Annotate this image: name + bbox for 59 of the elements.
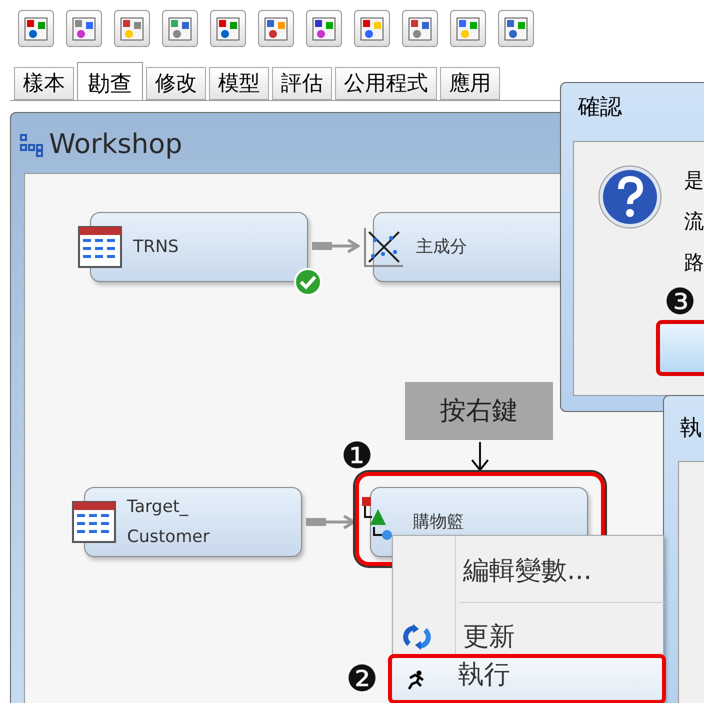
step-number: ❷ (344, 660, 380, 700)
message-text: 路 (684, 252, 704, 272)
toolbar-button[interactable] (114, 10, 150, 47)
message-text: 是 (684, 170, 704, 190)
node-label: 購物籃 (413, 511, 464, 534)
tool-icon (504, 16, 528, 40)
menu-item[interactable]: 執行 (388, 654, 666, 703)
toolbar-button[interactable] (66, 10, 102, 47)
toolbar-button[interactable] (354, 10, 390, 47)
menu-label: 執行 (458, 659, 510, 692)
tool-icon (72, 16, 96, 40)
tab[interactable]: 應用 (440, 67, 500, 100)
tool-icon (216, 16, 240, 40)
refresh-icon (403, 624, 431, 650)
menu-label: 更新 (463, 621, 515, 654)
tool-icon (408, 16, 432, 40)
toolbar-button[interactable] (210, 10, 246, 47)
connector-arrow (306, 514, 356, 530)
tab[interactable]: 公用程式 (335, 67, 437, 100)
callout-label: 按右鍵 (405, 382, 553, 440)
tool-icon (456, 16, 480, 40)
dialog-title: 執 (680, 415, 702, 443)
step-number: ❶ (340, 437, 374, 477)
menu-label: 編輯變數... (463, 555, 592, 588)
table-icon (78, 226, 122, 268)
question-icon (597, 164, 663, 230)
tab[interactable]: 樣本 (14, 67, 74, 100)
toolbar-button[interactable] (450, 10, 486, 47)
dialog-title: 確認 (578, 94, 622, 122)
toolbar-button[interactable] (18, 10, 54, 47)
toolbar-button[interactable] (306, 10, 342, 47)
down-arrow (470, 442, 490, 472)
diagram-node[interactable]: TRNS (90, 212, 308, 282)
running-figure-icon (406, 670, 426, 690)
tool-icon (312, 16, 336, 40)
tab[interactable]: 模型 (209, 67, 269, 100)
scatter-arrows-icon (363, 226, 405, 268)
toolbar-button[interactable] (258, 10, 294, 47)
tab[interactable]: 評估 (272, 67, 332, 100)
tool-icon (24, 16, 48, 40)
node-label: Target_ Customer (127, 496, 210, 549)
tab[interactable]: 修改 (146, 67, 206, 100)
tool-icon (264, 16, 288, 40)
message-text: 流 (684, 211, 704, 231)
tool-icon (168, 16, 192, 40)
toolbar-button[interactable] (498, 10, 534, 47)
connector-arrow (312, 238, 360, 254)
window-title: Workshop (49, 128, 182, 162)
diagram-icon (19, 133, 43, 158)
diagram-node[interactable]: Target_ Customer (84, 487, 302, 557)
toolbar-button[interactable] (162, 10, 198, 47)
table-icon (72, 501, 116, 543)
tab[interactable]: 勘查 (77, 62, 143, 100)
tool-icon (120, 16, 144, 40)
node-label: 主成分 (416, 236, 467, 259)
tool-icon (360, 16, 384, 40)
node-label: TRNS (133, 236, 179, 259)
toolbar-button[interactable] (402, 10, 438, 47)
step-number: ❸ (662, 283, 698, 323)
